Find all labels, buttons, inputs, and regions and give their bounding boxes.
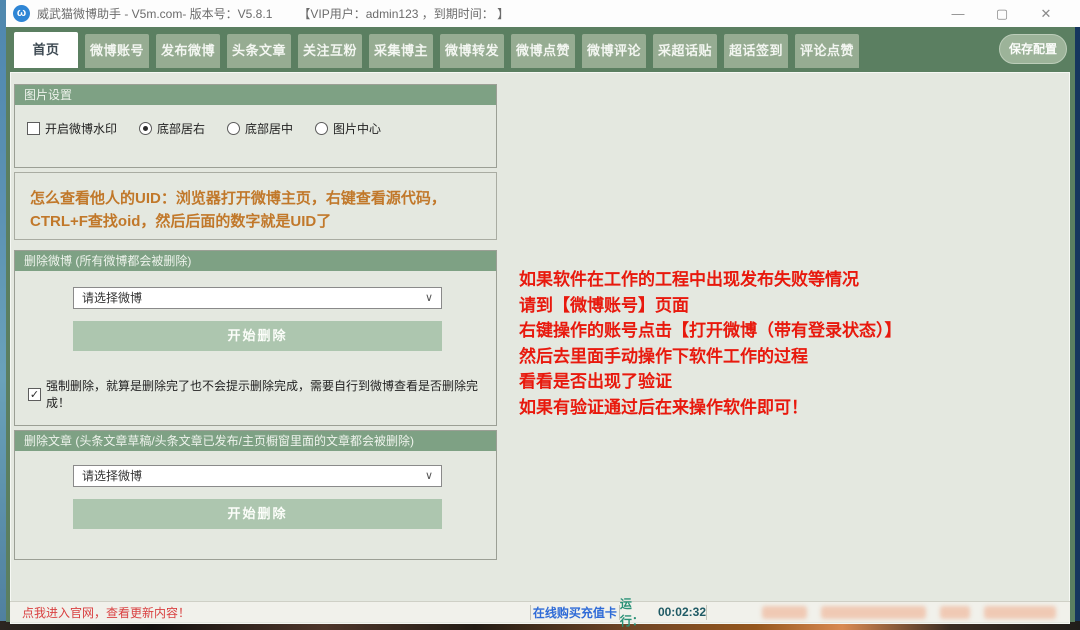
wallpaper-right-edge xyxy=(1075,27,1080,622)
troubleshooting-notice: 如果软件在工作的工程中出现发布失败等情况 请到【微博账号】页面 右键操作的账号点… xyxy=(519,267,1064,420)
official-site-link[interactable]: 点我进入官网，查看更新内容！ xyxy=(10,602,530,622)
watermark-checkbox[interactable] xyxy=(27,122,40,135)
image-settings-header: 图片设置 xyxy=(15,85,496,105)
delete-weibo-account-select[interactable]: 请选择微博 ∨ xyxy=(73,287,442,309)
notice-line: 如果软件在工作的工程中出现发布失败等情况 xyxy=(519,267,1064,293)
image-settings-group: 图片设置 开启微博水印 底部居右 底部居中 xyxy=(14,84,497,168)
notice-line: 请到【微博账号】页面 xyxy=(519,293,1064,319)
notice-line: 右键操作的账号点击【打开微博（带有登录状态）】 xyxy=(519,318,1064,344)
tab-comment-like[interactable]: 评论点赞 xyxy=(795,34,859,68)
tab-weibo-comment[interactable]: 微博评论 xyxy=(582,34,646,68)
delete-weibo-start-button[interactable]: 开始删除 xyxy=(73,321,442,351)
delete-weibo-body: 请选择微博 ∨ 开始删除 ✓ 强制删除，就算是删除完了也不会提示删除完成，需要自… xyxy=(15,271,496,425)
tab-collect-supertopic-posts[interactable]: 采超话贴 xyxy=(653,34,717,68)
notice-line: 然后去里面手动操作下软件工作的过程 xyxy=(519,344,1064,370)
maximize-button[interactable]: ▢ xyxy=(980,1,1024,27)
watermark-checkbox-label: 开启微博水印 xyxy=(45,120,117,137)
buy-recharge-card-link[interactable]: 在线购买充值卡 xyxy=(531,602,619,622)
force-delete-label: 强制删除，就算是删除完了也不会提示删除完成，需要自行到微博查看是否删除完成！ xyxy=(46,377,496,411)
tab-home[interactable]: 首页 xyxy=(14,32,78,68)
delete-weibo-header: 删除微博 (所有微博都会被删除) xyxy=(15,251,496,271)
radio-image-center-icon xyxy=(315,122,328,135)
image-settings-body: 开启微博水印 底部居右 底部居中 图片中心 xyxy=(15,105,496,167)
left-column: 图片设置 开启微博水印 底部居右 底部居中 xyxy=(14,84,497,564)
minimize-button[interactable]: — xyxy=(936,1,980,27)
app-logo-icon: ω xyxy=(13,5,30,22)
app-frame: 首页 微博账号 发布微博 头条文章 关注互粉 采集博主 微博转发 微博点赞 微博… xyxy=(6,27,1075,622)
chevron-down-icon: ∨ xyxy=(425,288,433,308)
notice-line: 看看是否出现了验证 xyxy=(519,369,1064,395)
radio-image-center[interactable]: 图片中心 xyxy=(315,120,381,137)
delete-article-select-value: 请选择微博 xyxy=(82,469,142,483)
vip-user-info: 【VIP用户：admin123 ，到期时间： 】 xyxy=(298,5,509,22)
tab-weibo-repost[interactable]: 微博转发 xyxy=(440,34,504,68)
tab-supertopic-checkin[interactable]: 超话签到 xyxy=(724,34,788,68)
tab-toutiao-article[interactable]: 头条文章 xyxy=(227,34,291,68)
delete-weibo-group: 删除微博 (所有微博都会被删除) 请选择微博 ∨ 开始删除 ✓ 强制删除，就算是… xyxy=(14,250,497,426)
save-config-button[interactable]: 保存配置 xyxy=(999,34,1067,64)
watermark-controls-row: 开启微博水印 底部居右 底部居中 图片中心 xyxy=(27,120,496,137)
tab-collect-bloggers[interactable]: 采集博主 xyxy=(369,34,433,68)
radio-bottom-center-icon xyxy=(227,122,240,135)
titlebar: ω 威武猫微博助手 - V5m.com- 版本号：V5.8.1 【VIP用户：a… xyxy=(6,0,1080,27)
tab-follow-mutual[interactable]: 关注互粉 xyxy=(298,34,362,68)
tab-weibo-accounts[interactable]: 微博账号 xyxy=(85,34,149,68)
main-content: 图片设置 开启微博水印 底部居右 底部居中 xyxy=(10,72,1070,624)
window-title: 威武猫微博助手 - V5m.com- 版本号：V5.8.1 xyxy=(37,5,272,22)
radio-bottom-right[interactable]: 底部居右 xyxy=(139,120,205,137)
notice-line: 如果有验证通过后在来操作软件即可！ xyxy=(519,395,1064,421)
runtime-value: 00:02:32 xyxy=(658,605,706,619)
tab-publish-weibo[interactable]: 发布微博 xyxy=(156,34,220,68)
uid-tip-box: 怎么查看他人的UID：浏览器打开微博主页，右键查看源代码， CTRL+F查找oi… xyxy=(14,172,497,240)
force-delete-checkbox[interactable]: ✓ xyxy=(28,388,41,401)
delete-article-header: 删除文章 (头条文章草稿/头条文章已发布/主页橱窗里面的文章都会被删除) xyxy=(15,431,496,451)
redacted-status-area xyxy=(707,602,1070,622)
redacted-blur xyxy=(821,606,926,619)
runtime-label: 运行： xyxy=(620,595,655,629)
close-button[interactable]: ✕ xyxy=(1024,1,1068,27)
radio-image-center-label: 图片中心 xyxy=(333,120,381,137)
radio-bottom-right-label: 底部居右 xyxy=(157,120,205,137)
chevron-down-icon: ∨ xyxy=(425,466,433,486)
redacted-blur xyxy=(940,606,970,619)
force-delete-row: ✓ 强制删除，就算是删除完了也不会提示删除完成，需要自行到微博查看是否删除完成！ xyxy=(28,377,496,411)
delete-article-group: 删除文章 (头条文章草稿/头条文章已发布/主页橱窗里面的文章都会被删除) 请选择… xyxy=(14,430,497,560)
tab-weibo-like[interactable]: 微博点赞 xyxy=(511,34,575,68)
redacted-blur xyxy=(762,606,807,619)
delete-article-account-select[interactable]: 请选择微博 ∨ xyxy=(73,465,442,487)
status-bar: 点我进入官网，查看更新内容！ 在线购买充值卡 运行： 00:02:32 xyxy=(10,601,1070,622)
radio-bottom-center-label: 底部居中 xyxy=(245,120,293,137)
uid-tip-line2: CTRL+F查找oid，然后后面的数字就是UID了 xyxy=(30,210,496,233)
uid-tip-line1: 怎么查看他人的UID：浏览器打开微博主页，右键查看源代码， xyxy=(30,187,496,210)
delete-article-start-button[interactable]: 开始删除 xyxy=(73,499,442,529)
radio-bottom-right-icon xyxy=(139,122,152,135)
delete-article-body: 请选择微博 ∨ 开始删除 xyxy=(15,451,496,559)
desktop-screen: ω 威武猫微博助手 - V5m.com- 版本号：V5.8.1 【VIP用户：a… xyxy=(0,0,1080,630)
radio-bottom-center[interactable]: 底部居中 xyxy=(227,120,293,137)
runtime-status: 运行： 00:02:32 xyxy=(620,602,706,622)
tab-bar: 首页 微博账号 发布微博 头条文章 关注互粉 采集博主 微博转发 微博点赞 微博… xyxy=(6,27,1075,68)
delete-weibo-select-value: 请选择微博 xyxy=(82,291,142,305)
redacted-blur xyxy=(984,606,1056,619)
window-controls: — ▢ ✕ xyxy=(936,1,1068,27)
